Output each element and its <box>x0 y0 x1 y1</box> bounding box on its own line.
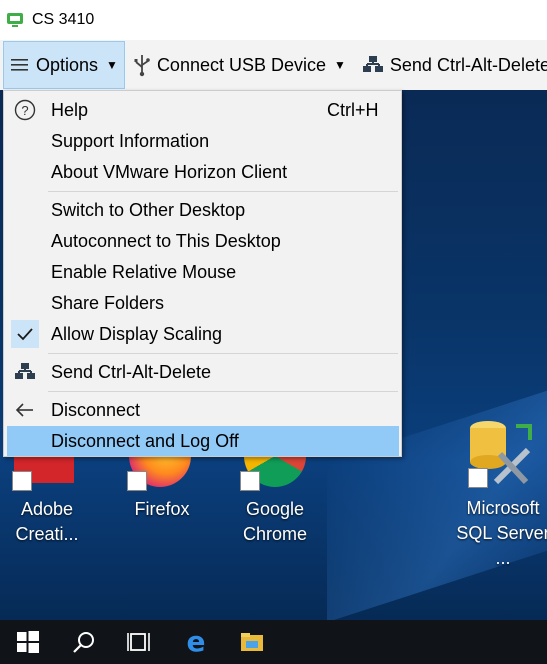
checkmark-icon <box>11 320 39 348</box>
shortcut-arrow-icon <box>468 468 488 488</box>
connect-usb-label: Connect USB Device <box>156 54 327 75</box>
send-ctrl-alt-delete-button[interactable]: Send Ctrl-Alt-Delete <box>356 41 547 89</box>
menu-item-shortcut: Ctrl+H <box>327 99 379 120</box>
menu-item-label: Disconnect and Log Off <box>51 430 239 451</box>
arrow-left-icon <box>11 396 39 424</box>
menu-item-disconnect[interactable]: Disconnect <box>7 395 399 425</box>
desktop-icon-label: Firefox <box>134 499 190 519</box>
menu-item-share-folders[interactable]: Share Folders <box>7 288 399 318</box>
menu-item-send-ctrl-alt-delete[interactable]: Send Ctrl-Alt-Delete <box>7 357 399 387</box>
send-cad-label: Send Ctrl-Alt-Delete <box>389 54 547 75</box>
options-button[interactable]: Options ▼ <box>3 41 125 89</box>
menu-item-switch-desktop[interactable]: Switch to Other Desktop <box>7 195 399 225</box>
menu-item-disconnect-and-log-off[interactable]: Disconnect and Log Off <box>7 426 399 456</box>
menu-item-label: Send Ctrl-Alt-Delete <box>51 361 212 382</box>
search-icon[interactable] <box>56 620 112 664</box>
desktop-icon-label: Creati... <box>15 524 79 544</box>
window-title: CS 3410 <box>32 11 95 28</box>
edge-icon[interactable]: e <box>168 620 224 664</box>
menu-separator <box>48 191 398 192</box>
menu-item-label: Enable Relative Mouse <box>51 261 237 282</box>
task-view-icon[interactable] <box>112 620 168 664</box>
file-explorer-icon[interactable] <box>224 620 280 664</box>
start-icon[interactable] <box>0 620 56 664</box>
menu-separator <box>48 353 398 354</box>
desktop-icon-label: Adobe <box>20 499 74 519</box>
desktop-icon-label: SQL Server ... <box>456 523 547 568</box>
menu-item-label: Switch to Other Desktop <box>51 199 246 220</box>
title-bar: CS 3410 <box>0 0 547 40</box>
chevron-down-icon: ▼ <box>106 58 118 72</box>
shortcut-arrow-icon <box>240 471 260 491</box>
menu-item-label: Support Information <box>51 130 210 151</box>
menu-item-label: Disconnect <box>51 399 141 420</box>
menu-item-label: Allow Display Scaling <box>51 323 223 344</box>
menu-item-support-information[interactable]: Support Information <box>7 126 399 156</box>
usb-icon <box>133 53 151 77</box>
hamburger-icon <box>10 57 30 73</box>
menu-item-label: About VMware Horizon Client <box>51 161 288 182</box>
help-icon: ? <box>11 96 39 124</box>
svg-text:?: ? <box>21 103 28 118</box>
menu-item-about[interactable]: About VMware Horizon Client <box>7 157 399 187</box>
shortcut-arrow-icon <box>127 471 147 491</box>
horizon-app-icon <box>7 13 23 27</box>
desktop-icon-label: Google <box>245 499 305 519</box>
toolbar: Options ▼ Connect USB Device ▼ Send Ctrl… <box>0 40 547 90</box>
desktop-icon-sql-server[interactable]: Microsoft SQL Server ... <box>448 420 547 568</box>
menu-item-relative-mouse[interactable]: Enable Relative Mouse <box>7 257 399 287</box>
menu-item-allow-display-scaling[interactable]: Allow Display Scaling <box>7 319 399 349</box>
network-keys-icon <box>362 55 384 75</box>
menu-item-label: Autoconnect to This Desktop <box>51 230 281 251</box>
shortcut-arrow-icon <box>12 471 32 491</box>
menu-item-help[interactable]: ? Help Ctrl+H <box>7 95 399 125</box>
options-label: Options <box>36 54 99 75</box>
desktop-icon-label: Chrome <box>242 524 308 544</box>
network-keys-icon <box>11 358 39 386</box>
taskbar: e <box>0 620 547 664</box>
desktop-icon-label: Microsoft <box>466 498 540 518</box>
menu-separator <box>48 391 398 392</box>
chevron-down-icon: ▼ <box>334 58 346 72</box>
menu-item-label: Help <box>51 99 89 120</box>
menu-item-label: Share Folders <box>51 292 165 313</box>
menu-item-autoconnect[interactable]: Autoconnect to This Desktop <box>7 226 399 256</box>
connect-usb-button[interactable]: Connect USB Device ▼ <box>127 41 352 89</box>
checkmark-container <box>11 320 39 348</box>
options-menu: ? Help Ctrl+H Support Information About … <box>3 90 402 457</box>
